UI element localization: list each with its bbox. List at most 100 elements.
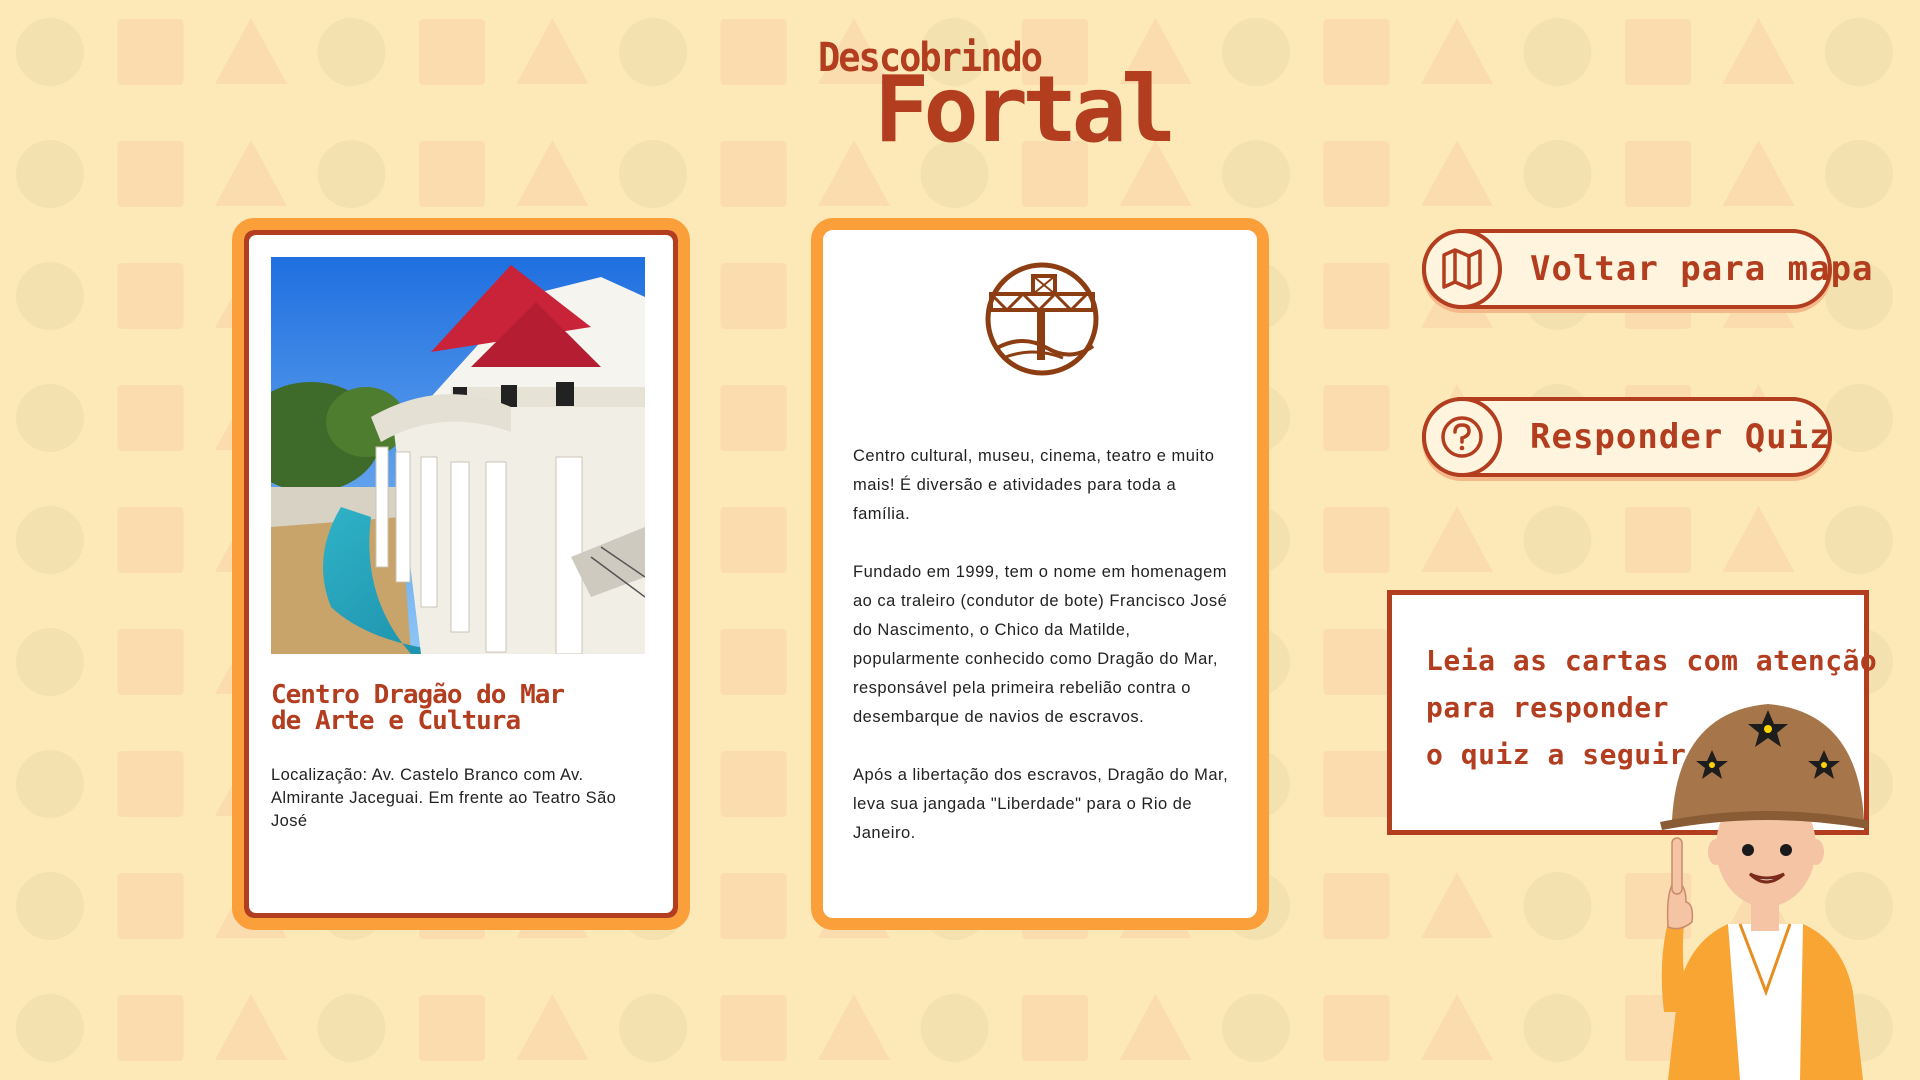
background-shape: [1323, 19, 1390, 85]
background-shape: [117, 629, 184, 695]
background-shape: [619, 18, 687, 86]
background-shape: [1523, 506, 1592, 574]
background-shape: [1523, 872, 1592, 940]
background-shape: [16, 994, 84, 1062]
background-shape: [1022, 995, 1088, 1061]
logo-big-text: Fortal: [874, 56, 1176, 163]
background-shape: [1421, 872, 1493, 938]
background-shape: [720, 873, 787, 939]
background-shape: [1222, 140, 1290, 208]
place-title-line1: Centro Dragão do Mar: [271, 680, 565, 710]
background-shape: [1523, 994, 1592, 1062]
question-icon: [1422, 397, 1502, 477]
background-shape: [1722, 18, 1795, 84]
background-shape: [117, 263, 184, 329]
background-shape: [117, 385, 184, 451]
background-shape: [215, 994, 287, 1060]
background-shape: [619, 994, 687, 1062]
background-shape: [16, 140, 84, 208]
instruction-line: Leia as cartas com atenção: [1426, 644, 1878, 677]
place-card: Centro Dragão do Mar de Arte e Cultura L…: [232, 218, 690, 930]
background-shape: [317, 140, 386, 208]
answer-quiz-button[interactable]: Responder Quiz: [1422, 397, 1832, 477]
background-shape: [419, 141, 485, 207]
background-shape: [720, 751, 787, 817]
background-shape: [117, 873, 184, 939]
background-shape: [818, 994, 890, 1060]
background-shape: [1825, 506, 1893, 574]
background-shape: [1323, 385, 1390, 451]
background-shape: [1625, 507, 1691, 573]
background-shape: [16, 506, 84, 574]
map-icon: [1422, 229, 1502, 309]
background-shape: [920, 994, 989, 1062]
description-paragraph: Centro cultural, museu, cinema, teatro e…: [853, 447, 1215, 523]
background-shape: [317, 18, 386, 86]
background-shape: [720, 19, 787, 85]
background-shape: [516, 994, 589, 1060]
background-shape: [117, 141, 184, 207]
background-shape: [419, 19, 485, 85]
background-shape: [215, 18, 287, 84]
background-shape: [1119, 994, 1192, 1060]
background-shape: [16, 262, 84, 330]
guide-character: [1660, 704, 1868, 1080]
info-card: Centro cultural, museu, cinema, teatro e…: [811, 218, 1269, 930]
background-shape: [16, 628, 84, 696]
back-to-map-label: Voltar para mapa: [1530, 249, 1874, 289]
background-shape: [419, 995, 485, 1061]
background-shape: [1323, 751, 1390, 817]
background-shape: [16, 750, 84, 818]
background-shape: [619, 140, 687, 208]
place-photo: [271, 257, 645, 654]
background-shape: [720, 385, 787, 451]
background-shape: [117, 507, 184, 573]
background-shape: [1722, 140, 1795, 206]
background-shape: [1421, 18, 1493, 84]
background-shape: [16, 384, 84, 452]
background-shape: [1722, 506, 1795, 572]
answer-quiz-label: Responder Quiz: [1530, 417, 1831, 457]
background-shape: [1421, 994, 1493, 1060]
description-paragraph: Fundado em 1999, tem o nome em homenagem…: [853, 563, 1228, 726]
background-shape: [720, 141, 787, 207]
place-description: Centro cultural, museu, cinema, teatro e…: [853, 442, 1233, 877]
background-shape: [1421, 506, 1493, 572]
place-title: Centro Dragão do Mar de Arte e Cultura: [271, 682, 651, 734]
back-to-map-button[interactable]: Voltar para mapa: [1422, 229, 1873, 309]
background-shape: [1323, 995, 1390, 1061]
place-title-line2: de Arte e Cultura: [271, 706, 521, 736]
place-location: Localização: Av. Castelo Branco com Av. …: [271, 766, 617, 830]
background-shape: [1825, 384, 1893, 452]
background-shape: [117, 995, 184, 1061]
background-shape: [1625, 141, 1691, 207]
background-shape: [1222, 994, 1290, 1062]
background-shape: [1323, 629, 1390, 695]
background-shape: [16, 872, 84, 940]
background-shape: [1323, 507, 1390, 573]
background-shape: [117, 751, 184, 817]
background-shape: [1421, 140, 1493, 206]
background-shape: [720, 995, 787, 1061]
bridge-emblem-icon: [985, 262, 1099, 376]
background-shape: [1625, 19, 1691, 85]
background-shape: [516, 18, 589, 84]
background-shape: [215, 140, 287, 206]
background-shape: [317, 994, 386, 1062]
background-shape: [1523, 18, 1592, 86]
background-shape: [1825, 140, 1893, 208]
background-shape: [1523, 140, 1592, 208]
background-shape: [720, 629, 787, 695]
background-shape: [516, 140, 589, 206]
background-shape: [16, 18, 84, 86]
background-shape: [117, 19, 184, 85]
background-shape: [1323, 141, 1390, 207]
app-logo: Descobrindo Fortal: [818, 34, 1176, 164]
background-shape: [720, 507, 787, 573]
background-shape: [1222, 18, 1290, 86]
background-shape: [1825, 18, 1893, 86]
background-shape: [720, 263, 787, 329]
background-shape: [1323, 873, 1390, 939]
description-paragraph: Após a libertação dos escravos, Dragão d…: [853, 766, 1229, 842]
background-shape: [1323, 263, 1390, 329]
